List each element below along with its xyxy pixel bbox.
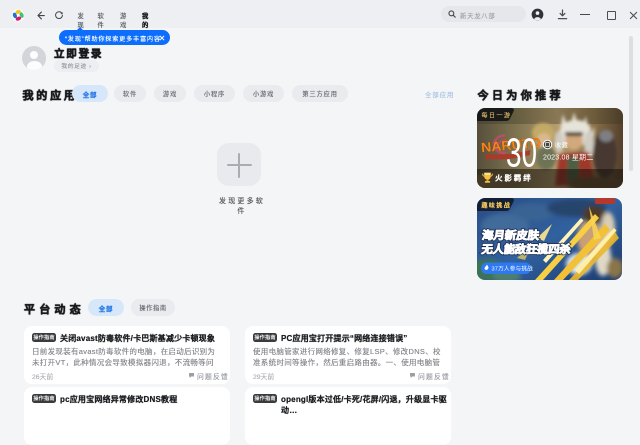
svg-text:2023.08 星期二: 2023.08 星期二: [543, 154, 593, 162]
svg-text:趣味挑战: 趣味挑战: [481, 202, 512, 210]
svg-text:海月新皮肤: 海月新皮肤: [481, 228, 540, 242]
svg-text:火影羁绊: 火影羁绊: [495, 173, 533, 183]
svg-text:30: 30: [506, 130, 537, 176]
svg-text:无人能敌狂揽四杀: 无人能敌狂揽四杀: [480, 242, 571, 256]
svg-text:每日一游: 每日一游: [482, 112, 512, 120]
svg-text:37万人参与挑战: 37万人参与挑战: [492, 264, 534, 272]
svg-text:收藏: 收藏: [555, 142, 568, 150]
